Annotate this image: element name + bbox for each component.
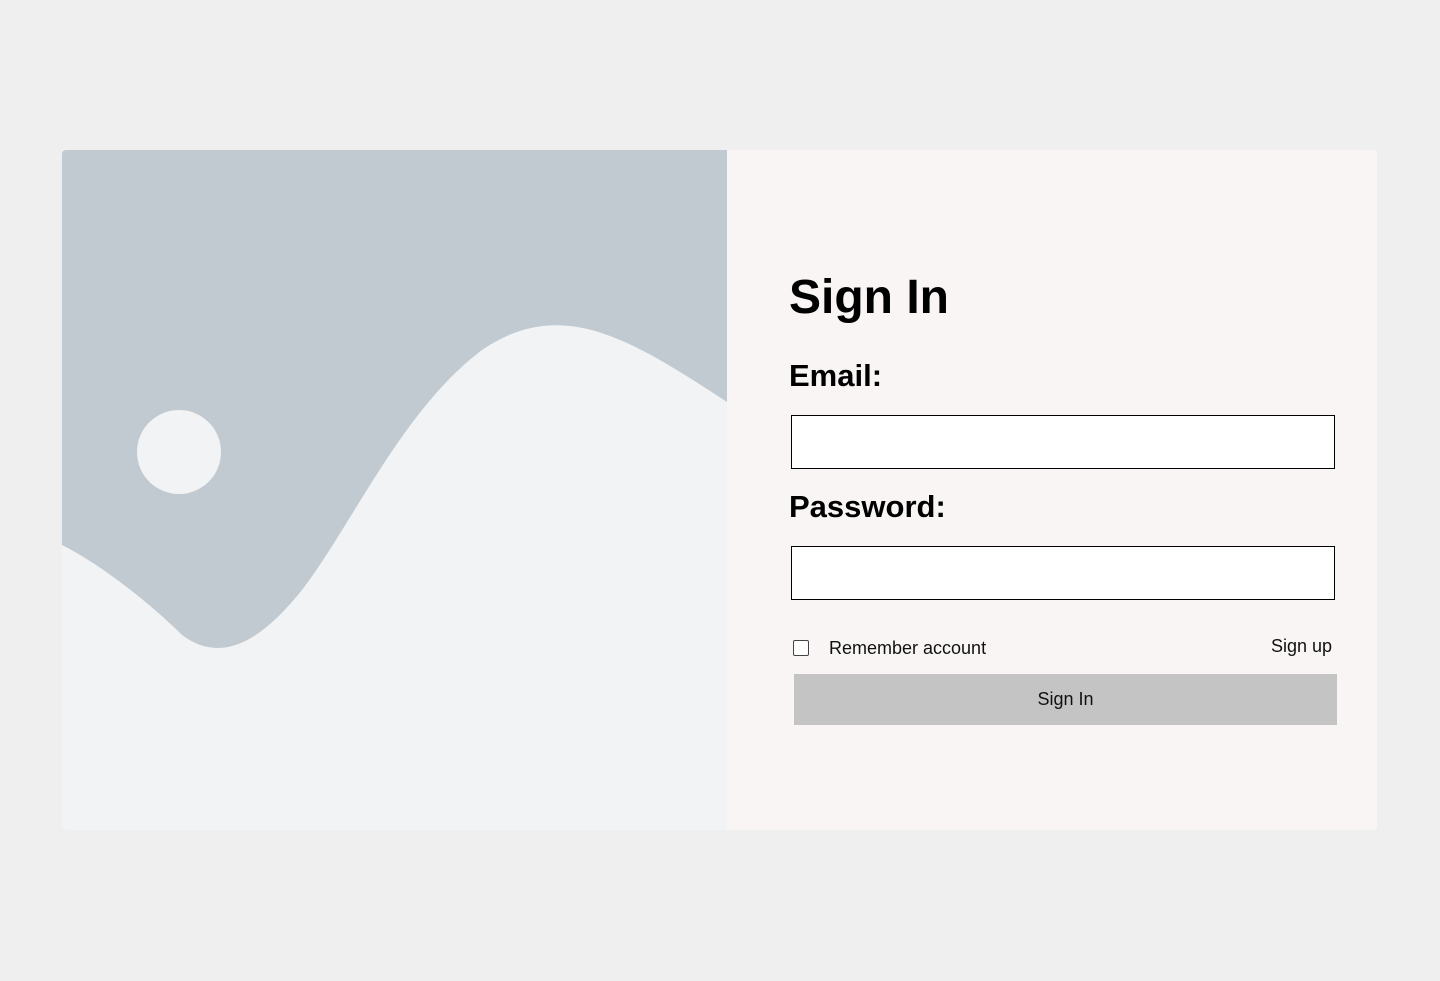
sign-in-form: Sign In Email: Password: Remember accoun…: [727, 150, 1377, 830]
remember-account-label: Remember account: [829, 638, 987, 658]
password-label: Password:: [789, 489, 946, 524]
page-title: Sign In: [789, 271, 949, 324]
sign-up-link[interactable]: Sign up: [1271, 634, 1332, 658]
remember-account-checkbox[interactable]: [793, 640, 809, 656]
email-label: Email:: [789, 358, 883, 393]
remember-account-option[interactable]: Remember account: [793, 636, 986, 660]
illustration-sun: [137, 410, 221, 494]
sign-in-button[interactable]: Sign In: [794, 674, 1337, 725]
password-field[interactable]: [791, 546, 1335, 600]
placeholder-illustration: [62, 150, 727, 830]
image-placeholder-icon: [62, 150, 727, 830]
sign-in-card: Sign In Email: Password: Remember accoun…: [62, 150, 1377, 830]
email-field[interactable]: [791, 415, 1335, 469]
